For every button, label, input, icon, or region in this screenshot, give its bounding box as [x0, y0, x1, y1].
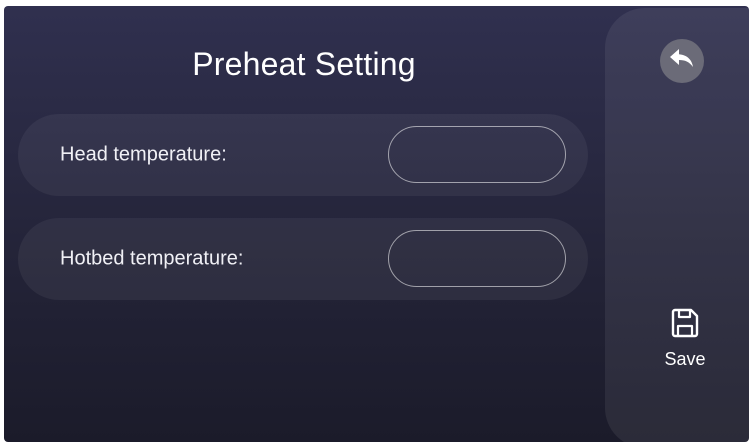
- head-temperature-label: Head temperature:: [60, 143, 227, 166]
- hotbed-temperature-input[interactable]: [388, 230, 566, 287]
- head-temperature-row: Head temperature:: [18, 114, 588, 196]
- save-label: Save: [664, 349, 706, 369]
- hotbed-temperature-label: Hotbed temperature:: [60, 247, 244, 270]
- preheat-setting-screen: Preheat Setting Head temperature: Hotbed…: [4, 6, 749, 442]
- hotbed-temperature-row: Hotbed temperature:: [18, 218, 588, 300]
- save-button[interactable]: Save: [650, 308, 720, 378]
- head-temperature-input[interactable]: [388, 126, 566, 183]
- page-title: Preheat Setting: [192, 46, 416, 82]
- back-button[interactable]: [660, 39, 704, 83]
- back-arrow-icon: [669, 48, 695, 75]
- floppy-disk-icon: [671, 308, 699, 343]
